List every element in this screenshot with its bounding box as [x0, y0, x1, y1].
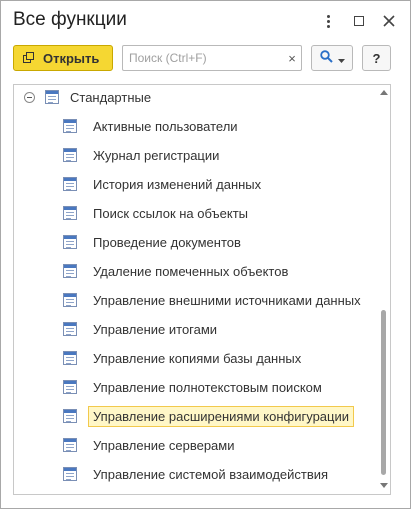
tree-item-label: Активные пользователи — [93, 118, 238, 134]
tree-item-label: Управление итогами — [93, 321, 218, 337]
tree-item[interactable]: Проведение документов — [63, 231, 246, 253]
open-form-icon — [23, 52, 35, 64]
functions-tree: Стандартные Активные пользователи Журнал … — [13, 84, 391, 495]
scroll-down-icon[interactable] — [380, 483, 388, 488]
toolbar: Открыть × ? — [1, 45, 410, 73]
tree-item-label: Проведение документов — [93, 234, 241, 250]
all-functions-window: Все функции Открыть × — [0, 0, 411, 509]
search-box: × — [122, 45, 302, 71]
report-form-icon — [63, 467, 77, 481]
window-title: Все функции — [13, 9, 127, 30]
tree-item-label: Управление системой взаимодействия — [93, 466, 329, 482]
tree-item[interactable]: Управление копиями базы данных — [63, 347, 306, 369]
tree-item[interactable]: Управление итогами — [63, 318, 222, 340]
scroll-up-icon[interactable] — [380, 90, 388, 95]
vertical-scrollbar[interactable] — [377, 85, 390, 494]
tree-item[interactable]: Управление расширениями конфигурации — [63, 405, 355, 427]
tree-item[interactable]: Управление полнотекстовым поиском — [63, 376, 327, 398]
tree-item[interactable]: Активные пользователи — [63, 115, 243, 137]
tree-item-label: Управление полнотекстовым поиском — [93, 379, 322, 395]
search-input[interactable] — [123, 46, 281, 70]
report-form-icon — [63, 119, 77, 133]
tree-item[interactable]: Управление внешними источниками данных — [63, 289, 366, 311]
tree-item-label: Управление расширениями конфигурации — [88, 405, 355, 427]
report-form-icon — [63, 206, 77, 220]
clear-icon: × — [288, 50, 296, 66]
maximize-icon[interactable] — [349, 11, 369, 31]
search-icon — [319, 50, 333, 66]
report-form-icon — [63, 177, 77, 191]
report-form-icon — [63, 409, 77, 423]
report-form-icon — [45, 90, 59, 104]
search-button[interactable] — [311, 45, 353, 71]
chevron-down-icon — [337, 51, 345, 66]
tree-item[interactable]: Управление системой взаимодействия — [63, 463, 333, 485]
report-form-icon — [63, 380, 77, 394]
open-button-label: Открыть — [43, 50, 100, 66]
report-form-icon — [63, 148, 77, 162]
report-form-icon — [63, 293, 77, 307]
tree-item[interactable]: Журнал регистрации — [63, 144, 224, 166]
tree-root-standard[interactable]: Стандартные — [24, 86, 151, 108]
collapse-icon[interactable] — [24, 91, 35, 103]
tree-item-label: Управление копиями базы данных — [93, 350, 302, 366]
tree-item[interactable]: История изменений данных — [63, 173, 266, 195]
tree-item-label: Журнал регистрации — [93, 147, 220, 163]
tree-root-label: Стандартные — [70, 89, 152, 105]
scrollbar-thumb[interactable] — [381, 310, 386, 475]
more-vertical-icon[interactable] — [318, 11, 338, 31]
report-form-icon — [63, 322, 77, 336]
tree-item-label: Управление серверами — [93, 437, 235, 453]
tree-item[interactable]: Поиск ссылок на объекты — [63, 202, 253, 224]
close-icon[interactable] — [379, 11, 399, 31]
help-button[interactable]: ? — [362, 45, 391, 71]
report-form-icon — [63, 235, 77, 249]
title-bar: Все функции — [1, 1, 410, 41]
tree-item[interactable]: Удаление помеченных объектов — [63, 260, 293, 282]
tree-item[interactable]: Управление серверами — [63, 434, 240, 456]
clear-search-button[interactable]: × — [283, 48, 301, 68]
report-form-icon — [63, 351, 77, 365]
tree-item-label: История изменений данных — [93, 176, 262, 192]
open-button[interactable]: Открыть — [13, 45, 113, 71]
tree-item-label: Управление внешними источниками данных — [93, 292, 361, 308]
tree-item-label: Удаление помеченных объектов — [93, 263, 289, 279]
report-form-icon — [63, 438, 77, 452]
tree-item-label: Поиск ссылок на объекты — [93, 205, 248, 221]
report-form-icon — [63, 264, 77, 278]
